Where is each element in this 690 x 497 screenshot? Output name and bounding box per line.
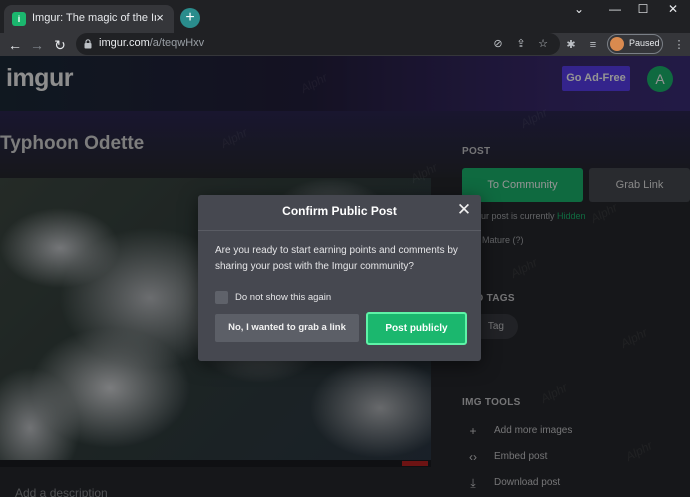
grab-a-link-button[interactable]: No, I wanted to grab a link <box>215 314 359 342</box>
forward-arrow-icon[interactable]: → <box>27 35 47 55</box>
browser-toolbar: ← → ↻ imgur.com/a/teqwHxv ⊘ ⇪ ☆ ✱ ≡ Paus… <box>0 33 690 56</box>
menu-kebab-icon[interactable]: ⋮ <box>671 37 687 53</box>
tab-search-icon[interactable]: ⌄ <box>570 2 588 16</box>
do-not-show-label[interactable]: Do not show this again <box>235 292 331 303</box>
close-window-button[interactable]: ✕ <box>664 2 682 16</box>
eye-off-icon[interactable]: ⊘ <box>491 37 505 51</box>
minimize-button[interactable]: — <box>606 2 624 16</box>
browser-tab[interactable]: i Imgur: The magic of the Internet × <box>4 5 174 33</box>
screen: i Imgur: The magic of the Internet × + ⌄… <box>0 0 690 497</box>
star-icon[interactable]: ☆ <box>536 37 550 51</box>
profile-status: Paused <box>629 38 660 48</box>
imgur-page: imgur Go Ad-Free A Typhoon Odette Add a … <box>0 56 690 497</box>
profile-button[interactable]: Paused <box>607 34 663 54</box>
url-text: imgur.com/a/teqwHxv <box>99 37 204 49</box>
back-arrow-icon[interactable]: ← <box>5 35 25 55</box>
close-icon[interactable]: ✕ <box>455 201 473 219</box>
reading-list-icon[interactable]: ≡ <box>585 37 601 53</box>
lock-icon <box>84 39 92 49</box>
dialog-title: Confirm Public Post <box>282 204 397 218</box>
extensions-icon[interactable]: ✱ <box>563 37 579 53</box>
reload-icon[interactable]: ↻ <box>50 35 70 55</box>
dialog-message: Are you ready to start earning points an… <box>215 245 458 272</box>
share-icon[interactable]: ⇪ <box>514 37 528 51</box>
address-bar[interactable]: imgur.com/a/teqwHxv ⊘ ⇪ ☆ <box>76 33 560 55</box>
maximize-button[interactable]: ☐ <box>634 2 652 16</box>
imgur-favicon-icon: i <box>12 12 26 26</box>
url-host: imgur.com <box>99 37 150 49</box>
new-tab-button[interactable]: + <box>180 8 200 28</box>
browser-tab-strip: i Imgur: The magic of the Internet × + ⌄… <box>0 0 690 33</box>
tab-title: Imgur: The magic of the Internet <box>32 12 156 24</box>
profile-avatar <box>610 37 624 51</box>
do-not-show-checkbox[interactable] <box>215 291 228 304</box>
url-path: /a/teqwHxv <box>149 37 205 49</box>
confirm-public-post-dialog: Confirm Public Post ✕ Are you ready to s… <box>198 195 481 361</box>
post-publicly-button[interactable]: Post publicly <box>366 312 467 345</box>
tab-close-icon[interactable]: × <box>152 10 168 26</box>
dialog-divider <box>198 230 481 231</box>
